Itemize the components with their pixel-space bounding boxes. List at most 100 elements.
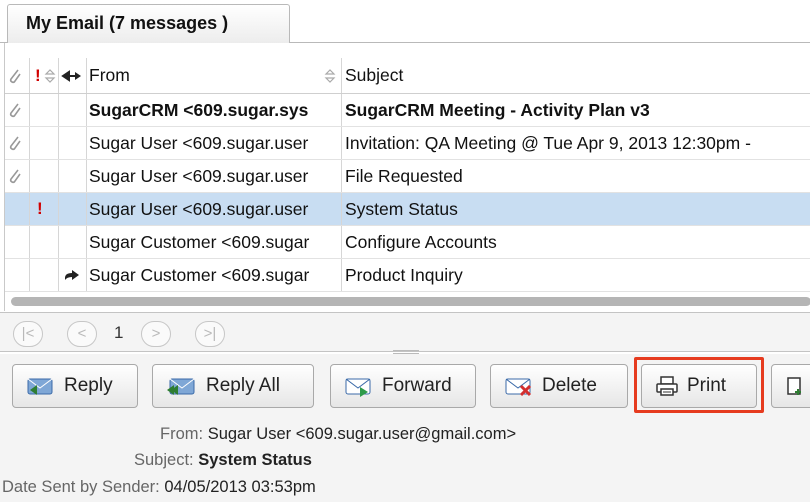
forward-button[interactable]: Forward	[330, 364, 476, 408]
subject-cell: Product Inquiry	[345, 264, 463, 285]
email-grid: ! From Subject SugarCRM <609.sugar.sys Su…	[4, 43, 810, 311]
sort-icon[interactable]	[44, 58, 58, 93]
from-cell: Sugar User <609.sugar.user	[89, 165, 309, 186]
column-divider	[29, 226, 30, 258]
attachment-cell	[8, 226, 26, 258]
forward-icon	[345, 378, 371, 397]
column-divider	[29, 94, 30, 126]
column-divider	[341, 160, 342, 192]
print-highlight-box	[634, 357, 764, 413]
reply-button[interactable]: Reply	[12, 364, 138, 408]
delete-label: Delete	[542, 375, 597, 396]
reply-state-cell	[63, 160, 85, 192]
column-divider	[86, 226, 87, 258]
column-divider	[58, 94, 59, 126]
column-divider	[86, 160, 87, 192]
date-value: 04/05/2013 03:53pm	[164, 478, 316, 496]
column-divider	[341, 226, 342, 258]
column-divider	[86, 127, 87, 159]
important-icon: !	[37, 199, 43, 218]
next-page-button[interactable]: >	[141, 321, 171, 347]
attachment-column-header[interactable]	[8, 58, 26, 93]
horizontal-scrollbar[interactable]	[11, 297, 810, 306]
column-divider	[58, 160, 59, 192]
column-divider	[58, 226, 59, 258]
page-number: 1	[114, 323, 124, 342]
reply-forward-icon	[61, 69, 81, 82]
importance-cell	[37, 259, 51, 291]
from-value: Sugar User <609.sugar.user@gmail.com>	[207, 425, 517, 443]
column-divider	[29, 160, 30, 192]
from-cell: Sugar Customer <609.sugar	[89, 264, 310, 285]
attachment-cell	[8, 127, 26, 159]
reply-icon	[27, 378, 53, 395]
column-divider	[29, 58, 30, 93]
attachment-cell	[8, 160, 26, 192]
column-divider	[29, 259, 30, 291]
exclamation-icon: !	[35, 65, 41, 85]
reply-all-button[interactable]: Reply All	[152, 364, 314, 408]
email-row[interactable]: ! Sugar User <609.sugar.user System Status	[5, 193, 810, 226]
email-row[interactable]: Sugar User <609.sugar.user Invitation: QA…	[5, 127, 810, 160]
reply-all-icon	[167, 378, 195, 395]
importance-cell	[37, 94, 51, 126]
importance-cell	[37, 127, 51, 159]
column-divider	[29, 127, 30, 159]
column-divider	[341, 58, 342, 93]
reply-state-cell	[63, 94, 85, 126]
subject-cell: System Status	[345, 198, 458, 219]
column-divider	[58, 259, 59, 291]
subject-column-header[interactable]: Subject	[345, 58, 805, 93]
column-divider	[341, 193, 342, 225]
column-divider	[58, 127, 59, 159]
grid-header: ! From Subject	[5, 58, 810, 94]
from-column-header[interactable]: From	[89, 58, 339, 93]
subject-cell: File Requested	[345, 165, 463, 186]
more-actions-button[interactable]	[771, 364, 810, 408]
detail-date: Date Sent by Sender: 04/05/2013 03:53pm	[2, 478, 316, 497]
detail-subject: Subject: System Status	[134, 451, 312, 470]
from-cell: Sugar User <609.sugar.user	[89, 198, 309, 219]
importance-cell	[37, 226, 51, 258]
column-divider	[86, 193, 87, 225]
prev-page-button[interactable]: <	[67, 321, 97, 347]
column-divider	[341, 127, 342, 159]
attachment-cell	[8, 259, 26, 291]
email-row[interactable]: SugarCRM <609.sugar.sys SugarCRM Meeting …	[5, 94, 810, 127]
subject-cell: Invitation: QA Meeting @ Tue Apr 9, 2013…	[345, 132, 751, 153]
subject-column-label: Subject	[345, 65, 404, 85]
column-divider	[58, 58, 59, 93]
subject-sort-icon[interactable]	[324, 58, 342, 93]
detail-from: From: Sugar User <609.sugar.user@gmail.c…	[160, 425, 516, 444]
subject-cell: SugarCRM Meeting - Activity Plan v3	[345, 99, 650, 120]
email-row[interactable]: Sugar Customer <609.sugar Configure Accou…	[5, 226, 810, 259]
column-divider	[86, 94, 87, 126]
from-cell: SugarCRM <609.sugar.sys	[89, 99, 309, 120]
importance-cell: !	[37, 193, 51, 225]
first-page-button[interactable]: |<	[13, 321, 43, 347]
from-label: From:	[160, 425, 204, 443]
from-cell: Sugar User <609.sugar.user	[89, 132, 309, 153]
paperclip-icon	[9, 169, 21, 184]
paperclip-icon	[9, 69, 21, 83]
reply-state-cell	[63, 127, 85, 159]
reply-state-cell	[63, 259, 85, 291]
reply-label: Reply	[64, 375, 113, 396]
delete-button[interactable]: Delete	[490, 364, 628, 408]
column-divider	[341, 94, 342, 126]
forward-label: Forward	[382, 375, 452, 396]
from-cell: Sugar Customer <609.sugar	[89, 231, 310, 252]
importance-cell	[37, 160, 51, 192]
column-divider	[86, 58, 87, 93]
email-row[interactable]: Sugar Customer <609.sugar Product Inquiry	[5, 259, 810, 292]
paperclip-icon	[9, 136, 21, 151]
last-page-button[interactable]: >|	[195, 321, 225, 347]
email-row[interactable]: Sugar User <609.sugar.user File Requested	[5, 160, 810, 193]
reply-forward-column-header[interactable]	[60, 58, 86, 93]
tab-my-email[interactable]: My Email (7 messages )	[7, 4, 290, 44]
tab-strip: My Email (7 messages )	[0, 0, 810, 44]
subject-value: System Status	[198, 451, 312, 469]
column-divider	[58, 193, 59, 225]
attachment-cell	[8, 94, 26, 126]
forwarded-icon	[65, 270, 79, 280]
